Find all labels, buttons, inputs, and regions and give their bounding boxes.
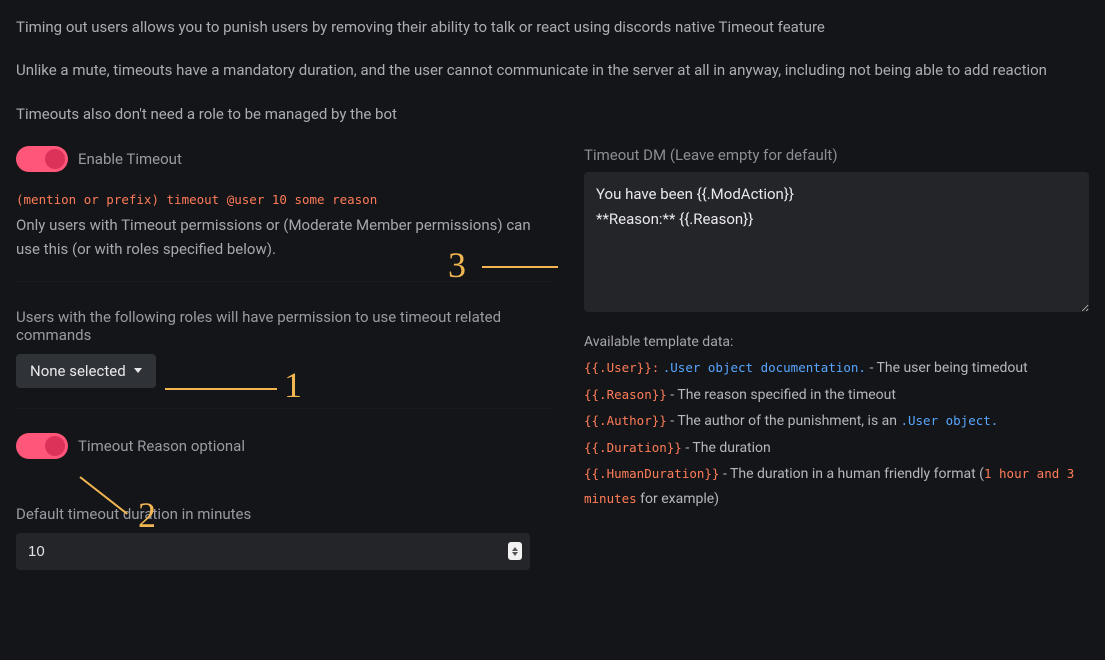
template-author: {{.Author}} - The author of the punishme… (584, 409, 1089, 434)
reason-optional-toggle[interactable] (16, 433, 68, 459)
command-example: (mention or prefix) timeout @user 10 som… (16, 192, 554, 207)
template-data-header: Available template data: (584, 330, 1089, 355)
template-user: {{.User}}: .User object documentation. -… (584, 356, 1089, 381)
intro-paragraph-1: Timing out users allows you to punish us… (16, 16, 1089, 39)
reason-optional-label: Timeout Reason optional (78, 437, 245, 455)
template-duration: {{.Duration}} - The duration (584, 436, 1089, 461)
intro-paragraph-3: Timeouts also don't need a role to be ma… (16, 103, 1089, 126)
roles-dropdown[interactable]: None selected (16, 354, 156, 388)
default-duration-input[interactable] (16, 533, 530, 570)
default-duration-label: Default timeout duration in minutes (16, 505, 554, 523)
chevron-down-icon (134, 368, 142, 373)
enable-timeout-label: Enable Timeout (78, 150, 182, 168)
roles-permission-label: Users with the following roles will have… (16, 308, 554, 344)
intro-paragraph-2: Unlike a mute, timeouts have a mandatory… (16, 59, 1089, 82)
template-reason: {{.Reason}} - The reason specified in th… (584, 383, 1089, 408)
number-stepper[interactable] (508, 542, 522, 560)
permission-hint: Only users with Timeout permissions or (… (16, 213, 554, 261)
timeout-dm-textarea[interactable]: You have been {{.ModAction}} **Reason:**… (584, 172, 1089, 312)
template-human-duration: {{.HumanDuration}} - The duration in a h… (584, 462, 1089, 511)
enable-timeout-toggle[interactable] (16, 146, 68, 172)
timeout-dm-label: Timeout DM (Leave empty for default) (584, 146, 1089, 164)
user-doc-link[interactable]: .User object documentation. (663, 360, 866, 375)
roles-dropdown-value: None selected (30, 362, 126, 380)
user-object-link[interactable]: .User object. (900, 413, 998, 428)
